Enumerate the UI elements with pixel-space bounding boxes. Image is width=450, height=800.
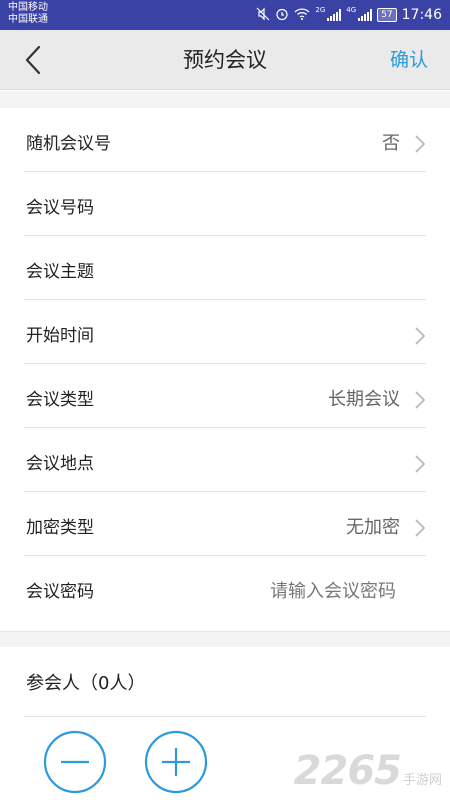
chevron-right-icon: [415, 455, 426, 473]
meeting-form: 随机会议号 否 会议号码 会议主题 开始时间 会议类型 长期会议 会议地点 加密…: [0, 108, 450, 620]
watermark-text: 手游网: [402, 773, 442, 788]
section-divider: [0, 91, 450, 108]
row-label: 随机会议号: [26, 134, 111, 154]
participants-header: 参会人（0人）: [24, 647, 426, 717]
row-label: 会议密码: [26, 582, 94, 602]
row-value: 长期会议: [328, 389, 400, 410]
back-button[interactable]: [20, 44, 50, 76]
chevron-right-icon: [415, 135, 426, 153]
page-title: 预约会议: [183, 48, 267, 72]
row-label: 开始时间: [26, 326, 94, 346]
minus-circle-icon: [43, 730, 107, 794]
row-meeting-location[interactable]: 会议地点: [24, 428, 426, 492]
section-divider: [0, 631, 450, 647]
password-input[interactable]: 请输入会议密码: [270, 556, 396, 628]
row-label: 会议地点: [26, 454, 94, 474]
row-value: 无加密: [346, 517, 400, 538]
carrier-info: 中国移动 中国联通: [8, 2, 48, 26]
row-value: 否: [382, 133, 400, 154]
row-label: 会议类型: [26, 390, 94, 410]
chevron-left-icon: [25, 45, 41, 75]
mute-icon: [256, 7, 270, 24]
row-meeting-topic[interactable]: 会议主题: [24, 236, 426, 300]
alarm-icon: [275, 7, 289, 24]
row-label: 加密类型: [26, 518, 94, 538]
row-random-meeting-id[interactable]: 随机会议号 否: [24, 108, 426, 172]
chevron-right-icon: [415, 519, 426, 537]
watermark-number: 2265: [293, 748, 402, 794]
row-meeting-type[interactable]: 会议类型 长期会议: [24, 364, 426, 428]
signal-icon: [327, 9, 342, 21]
battery-icon: 57: [377, 8, 397, 22]
signal-icon: [358, 9, 373, 21]
wifi-icon: [294, 7, 310, 24]
status-bar: 中国移动 中国联通 2G 4G 57 17:46: [0, 0, 450, 30]
row-label: 会议号码: [26, 198, 94, 218]
row-encryption-type[interactable]: 加密类型 无加密: [24, 492, 426, 556]
navigation-bar: 预约会议 确认: [0, 30, 450, 90]
status-icons: 2G 4G 57 17:46: [256, 6, 442, 24]
add-participant-button[interactable]: [144, 730, 208, 794]
carrier-2: 中国联通: [8, 14, 48, 25]
remove-participant-button[interactable]: [43, 730, 107, 794]
chevron-right-icon: [415, 327, 426, 345]
confirm-button[interactable]: 确认: [390, 30, 428, 90]
network-type-2: 4G: [346, 6, 357, 14]
row-label: 会议主题: [26, 262, 94, 282]
chevron-right-icon: [415, 391, 426, 409]
carrier-1: 中国移动: [8, 2, 48, 13]
row-meeting-number[interactable]: 会议号码: [24, 172, 426, 236]
network-type-1: 2G: [315, 6, 326, 14]
clock: 17:46: [401, 7, 442, 23]
participants-label: 参会人（0人）: [26, 673, 146, 694]
row-meeting-password[interactable]: 会议密码 请输入会议密码: [24, 556, 426, 620]
plus-circle-icon: [144, 730, 208, 794]
watermark: 2265 手游网: [294, 748, 442, 794]
row-start-time[interactable]: 开始时间: [24, 300, 426, 364]
